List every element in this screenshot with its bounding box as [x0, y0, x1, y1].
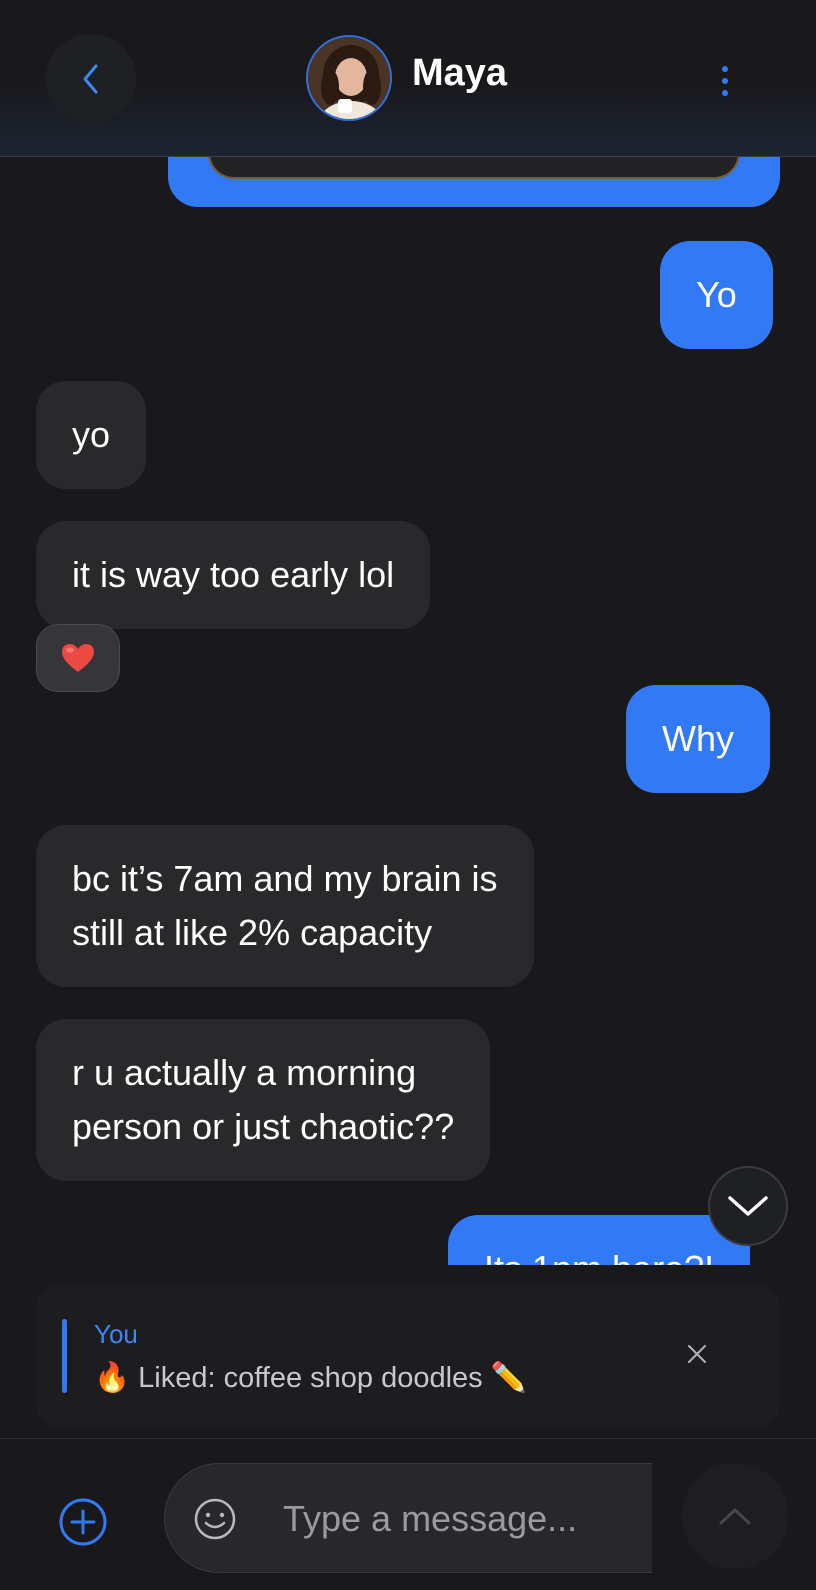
- contact-name[interactable]: Maya: [412, 52, 507, 95]
- add-attachment-button[interactable]: [58, 1497, 108, 1547]
- chat-header: Maya: [0, 0, 816, 157]
- message-text: Yo: [696, 274, 737, 315]
- smiley-icon: [194, 1498, 236, 1540]
- plus-circle-icon: [59, 1498, 107, 1546]
- reply-indicator-bar: [62, 1319, 67, 1393]
- close-reply-button[interactable]: [678, 1335, 716, 1373]
- message-bubble-out[interactable]: Yo: [660, 241, 773, 349]
- scroll-to-bottom-button[interactable]: [708, 1166, 788, 1246]
- chevron-up-icon: [719, 1508, 751, 1525]
- send-button[interactable]: [682, 1463, 788, 1569]
- message-bubble-in[interactable]: it is way too early lol: [36, 521, 431, 629]
- close-icon: [688, 1345, 706, 1363]
- more-vertical-icon: [722, 66, 728, 72]
- message-text-line: still at like 2% capacity: [72, 912, 433, 953]
- heart-icon: [62, 644, 94, 672]
- message-text-line: r u actually a morning: [72, 1052, 417, 1093]
- message-bubble-in[interactable]: r u actually a morning person or just ch…: [36, 1019, 491, 1181]
- media-preview: [208, 157, 740, 179]
- previous-message-bubble[interactable]: [168, 157, 780, 207]
- reply-snippet: Liked: coffee shop doodles: [138, 1362, 483, 1394]
- message-text: yo: [72, 414, 111, 455]
- message-composer: [0, 1438, 816, 1590]
- message-bubble-in[interactable]: yo: [36, 381, 147, 489]
- message-input[interactable]: [283, 1492, 643, 1546]
- message-bubble-out[interactable]: Its 1pm here?!: [448, 1215, 751, 1265]
- reaction-badge[interactable]: [36, 624, 120, 692]
- chevron-left-icon: [83, 64, 98, 94]
- message-text: Why: [662, 718, 734, 759]
- message-text-line: person or just chaotic??: [72, 1106, 455, 1147]
- avatar-image: [308, 37, 390, 119]
- avatar[interactable]: [306, 35, 392, 121]
- message-list[interactable]: Yo yo it is way too early lol Why bc it’…: [0, 157, 816, 1265]
- fire-icon: 🔥: [94, 1362, 131, 1394]
- emoji-button[interactable]: [193, 1497, 237, 1541]
- reply-text: 🔥 Liked: coffee shop doodles ✏️: [94, 1361, 527, 1395]
- reply-preview[interactable]: You 🔥 Liked: coffee shop doodles ✏️: [36, 1283, 780, 1429]
- message-bubble-out[interactable]: Why: [626, 685, 770, 793]
- message-field[interactable]: [164, 1463, 652, 1573]
- chevron-down-icon: [728, 1196, 768, 1216]
- message-text: it is way too early lol: [72, 554, 395, 595]
- message-text-line: bc it’s 7am and my brain is: [72, 858, 498, 899]
- pencil-icon: ✏️: [490, 1362, 527, 1394]
- back-button[interactable]: [46, 34, 136, 124]
- more-options-button[interactable]: [700, 56, 750, 106]
- message-bubble-in[interactable]: bc it’s 7am and my brain is still at lik…: [36, 825, 534, 987]
- reply-author: You: [94, 1319, 138, 1349]
- message-text: Its 1pm here?!: [484, 1242, 714, 1265]
